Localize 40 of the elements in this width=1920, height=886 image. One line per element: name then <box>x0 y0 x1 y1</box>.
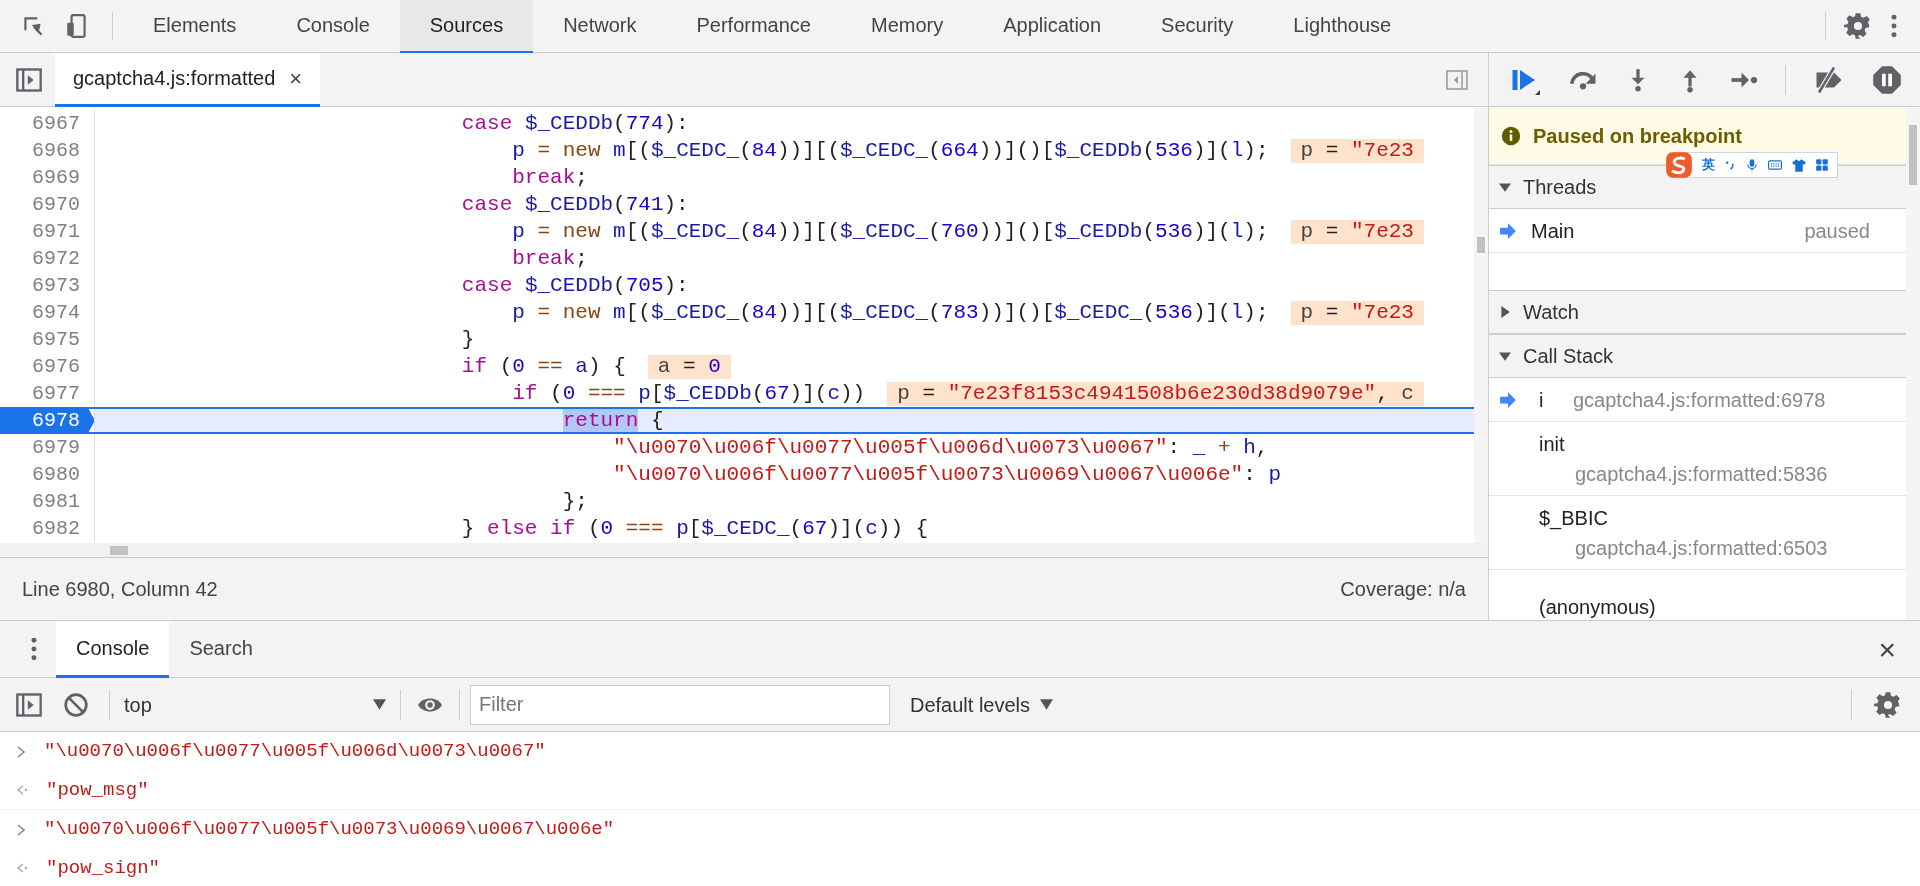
code-line: case $_CEDDb(705): <box>460 272 689 299</box>
command-text: "\u0070\u006f\u0077\u005f\u006d\u0073\u0067" <box>44 739 546 765</box>
frame-location: gcaptcha4.js:formatted:6978 <box>1573 387 1826 413</box>
code-line: } <box>460 326 475 353</box>
code-line: break; <box>511 164 588 191</box>
code-line: if (0 === p[$_CEDDb(67)](c)) <box>511 380 866 407</box>
section-title: Call Stack <box>1523 344 1614 369</box>
coverage-status: Coverage: n/a <box>1340 577 1466 602</box>
code-line: p = new m[($_CEDC_(84))][($_CEDC_(760))]()[$_CEDDb(536)](l); <box>511 218 1269 245</box>
code-line: p = new m[($_CEDC_(84))][($_CEDC_(664))]()[$_CEDDb(536)](l); <box>511 137 1269 164</box>
section-title: Watch <box>1523 300 1579 325</box>
paused-message: Paused on breakpoint <box>1533 123 1742 149</box>
frame-location: gcaptcha4.js:formatted:6503 <box>1575 535 1829 561</box>
code-line: p = new m[($_CEDC_(84))][($_CEDC_(783))]()[$_CEDC_(536)](l); <box>511 299 1269 326</box>
result-text: "pow_sign" <box>46 855 161 881</box>
inline-value: p = "7e23 <box>1290 138 1424 163</box>
frame-name: i <box>1539 387 1545 413</box>
frame-name: init <box>1539 431 1565 457</box>
frame-location: gcaptcha4.js:formatted:5836 <box>1575 461 1829 487</box>
code-line: if (0 == a) { <box>460 353 626 380</box>
code-line: case $_CEDDb(741): <box>460 191 689 218</box>
thread-status: paused <box>1804 218 1870 244</box>
inline-value: p = "7e23 <box>1290 219 1424 244</box>
code-line: return { <box>561 407 664 434</box>
command-text: "\u0070\u006f\u0077\u005f\u0073\u0069\u0067\u006e" <box>44 817 615 843</box>
inline-value: a = 0 <box>647 354 731 379</box>
code-line: break; <box>511 245 588 272</box>
frame-name: (anonymous) <box>1539 594 1656 620</box>
thread-name: Main <box>1531 218 1576 244</box>
result-text: "pow_msg" <box>46 777 149 803</box>
section-title: Threads <box>1523 175 1597 200</box>
frame-name: $_BBIC <box>1539 505 1608 532</box>
inline-value: p = "7e23 <box>1290 300 1424 325</box>
code-line: }; <box>561 488 588 515</box>
inline-value: p = "7e23f8153c4941508b6e230d38d9079e", c <box>887 381 1424 406</box>
code-line: } else if (0 === p[$_CEDC_(67)](c)) { <box>460 515 929 542</box>
code-line: case $_CEDDb(774): <box>460 110 689 137</box>
cursor-position: Line 6980, Column 42 <box>22 577 218 602</box>
code-line: "\u0070\u006f\u0077\u005f\u006d\u0073\u0067": _ + h, <box>612 434 1269 461</box>
code-line: "\u0070\u006f\u0077\u005f\u0073\u0069\u0067\u006e": p <box>612 461 1281 488</box>
